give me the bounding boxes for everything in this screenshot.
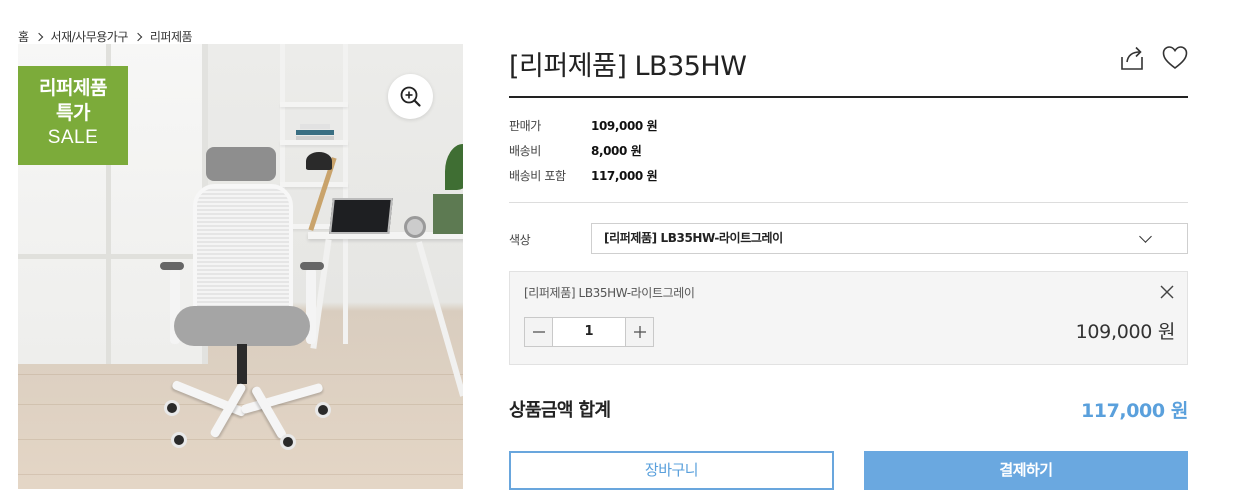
wishlist-button[interactable] (1161, 44, 1189, 72)
breadcrumb-category[interactable]: 서재/사무용가구 (51, 28, 129, 45)
title-divider (509, 96, 1188, 98)
breadcrumb: 홈 서재/사무용가구 리퍼제품 (18, 28, 193, 45)
chevron-down-icon (1139, 230, 1152, 243)
product-title: [리퍼제품] LB35HW (509, 51, 747, 82)
product-image[interactable]: 리퍼제품 특가 SALE (18, 44, 463, 489)
total-shipping-value: 117,000 원 (591, 169, 658, 183)
chevron-right-icon (34, 32, 43, 41)
quantity-increase-button[interactable] (625, 318, 653, 346)
add-to-cart-button[interactable]: 장바구니 (509, 451, 834, 490)
total-shipping-row: 배송비 포함 117,000 원 (509, 167, 658, 184)
total-amount-label: 상품금액 합계 (509, 400, 611, 421)
color-select[interactable]: [리퍼제품] LB35HW-라이트그레이 (591, 223, 1188, 254)
info-divider (509, 202, 1188, 203)
shipping-value: 8,000 원 (591, 144, 642, 158)
price-value: 109,000 원 (591, 119, 658, 133)
share-icon (1121, 46, 1143, 70)
clock-illustration (404, 216, 426, 238)
chevron-right-icon (133, 32, 143, 41)
remove-option-button[interactable] (1159, 284, 1175, 300)
color-option-label: 색상 (509, 233, 531, 247)
plus-icon (634, 326, 646, 338)
checkout-button[interactable]: 결제하기 (864, 451, 1188, 490)
zoom-button[interactable] (388, 74, 433, 119)
selected-option-name: [리퍼제품] LB35HW-라이트그레이 (524, 286, 695, 300)
chair-illustration (193, 184, 293, 319)
promo-badge-line1: 리퍼제품 (39, 77, 107, 99)
promo-badge-line3: SALE (47, 127, 99, 148)
zoom-in-icon (400, 86, 421, 107)
laptop-illustration (329, 198, 393, 234)
close-icon (1160, 285, 1174, 299)
minus-icon (533, 331, 545, 333)
plant-illustration (445, 144, 463, 190)
share-button[interactable] (1118, 44, 1146, 72)
breadcrumb-home[interactable]: 홈 (18, 28, 29, 45)
price-row: 판매가 109,000 원 (509, 117, 658, 134)
shipping-row: 배송비 8,000 원 (509, 142, 642, 159)
quantity-input[interactable]: 1 (553, 318, 625, 346)
price-label: 판매가 (509, 119, 541, 133)
shipping-label: 배송비 (509, 144, 541, 158)
heart-icon (1162, 46, 1188, 70)
total-shipping-label: 배송비 포함 (509, 169, 566, 183)
promo-badge-line2: 특가 (56, 102, 90, 124)
breadcrumb-subcategory[interactable]: 리퍼제품 (150, 28, 193, 45)
promo-badge: 리퍼제품 특가 SALE (18, 66, 128, 165)
color-select-value: [리퍼제품] LB35HW-라이트그레이 (604, 231, 783, 245)
quantity-stepper: 1 (524, 317, 654, 347)
quantity-decrease-button[interactable] (525, 318, 553, 346)
option-line-price: 109,000 원 (1075, 321, 1176, 343)
total-amount-value: 117,000 원 (1080, 400, 1188, 422)
selected-option-box: [리퍼제품] LB35HW-라이트그레이 1 109,000 원 (509, 271, 1188, 365)
